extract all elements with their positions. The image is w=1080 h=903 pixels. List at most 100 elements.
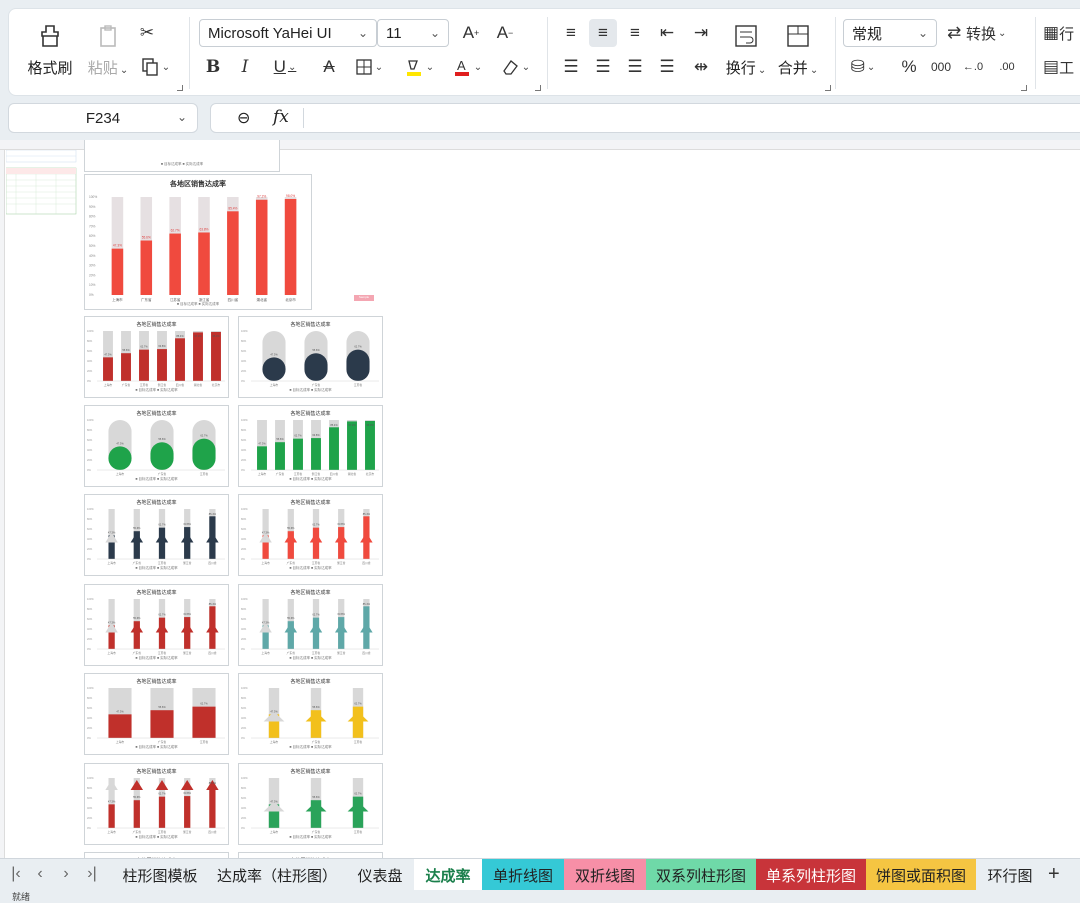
paste-label: 粘贴 ⌄ xyxy=(87,60,129,77)
spreadsheet-grid[interactable]: Sample ■ 目标达成率 ■ 实际达成率 各地区销售达成率 0% 10% 20%… xyxy=(0,140,1080,858)
category-label: 上海市 xyxy=(270,740,279,744)
sheet-tab[interactable]: 双系列柱形图 xyxy=(646,859,756,891)
prev-sheet-icon[interactable]: ‹ xyxy=(30,865,50,883)
currency-icon[interactable]: ⛁ ⌄ xyxy=(843,53,883,81)
last-sheet-icon[interactable]: ›| xyxy=(82,865,102,883)
pictograph-chart[interactable]: 各地区销售达成率 0% 20% 40% 60% 80% 100% 47.3% 上海市 55.6% 广… xyxy=(84,494,229,576)
align-left-icon[interactable]: ☰ xyxy=(557,53,585,81)
align-middle-icon[interactable]: ≡ xyxy=(589,19,617,47)
y-tick-label: 0% xyxy=(87,379,91,383)
category-label: 上海市 xyxy=(270,383,279,387)
y-tick-label: 20% xyxy=(241,726,247,730)
next-sheet-icon[interactable]: › xyxy=(56,865,76,883)
align-bottom-icon[interactable]: ≡ xyxy=(621,19,649,47)
big-chart[interactable]: 各地区销售达成率 0% 10% 20% 30% 40% 50% 60% 70% 80% 90% 10… xyxy=(84,174,312,310)
first-sheet-icon[interactable]: |‹ xyxy=(6,865,26,883)
chart-legend: ■ 目标达成率 ■ 实际达成率 xyxy=(160,162,204,166)
pictograph-chart[interactable]: 各地区销售达成率 0% 20% 40% 60% 80% 100% 47.3% 上海市 55.6% 广… xyxy=(238,316,383,398)
number-format-combo[interactable]: 常规 ⌄ xyxy=(843,19,937,47)
decrease-decimal-icon[interactable]: .00 xyxy=(993,53,1021,81)
font-dialog-launcher[interactable] xyxy=(535,85,541,91)
sheet-tab[interactable]: 单系列柱形图 xyxy=(756,859,866,891)
chart-partial-top[interactable]: ■ 目标达成率 ■ 实际达成率 xyxy=(84,140,280,172)
data-label: 63.8% xyxy=(184,791,192,795)
align-top-icon[interactable]: ≡ xyxy=(557,19,585,47)
increase-indent-icon[interactable]: ⇥ xyxy=(687,19,715,47)
pictograph-chart[interactable]: 各地区销售达成率 0% 20% 40% 60% 80% 100% 47.3% 上海市 55.6% 广… xyxy=(84,405,229,487)
sheet-tab[interactable]: 达成率（柱形图） xyxy=(208,859,346,891)
pictograph-chart[interactable]: 各地区销售达成率 0% 20% 40% 60% 80% 100% 47.3% 上海市 55.6% 广… xyxy=(84,673,229,755)
justify-icon[interactable]: ☰ xyxy=(653,53,681,81)
sheet-tab[interactable]: 仪表盘 xyxy=(346,859,414,891)
thousands-separator-icon[interactable]: 000 xyxy=(927,53,955,81)
y-tick-label: 40% xyxy=(241,806,247,810)
row-col-button[interactable]: ▦ 行 xyxy=(1043,19,1080,47)
name-box[interactable]: F234 ⌄ xyxy=(8,103,198,133)
zoom-icon[interactable]: ⊖ xyxy=(237,108,250,128)
sheet-tab[interactable]: 饼图或面积图 xyxy=(866,859,976,891)
align-center-icon[interactable]: ☰ xyxy=(589,53,617,81)
distribute-icon[interactable]: ⇹ xyxy=(687,53,715,81)
category-label: 广东省 xyxy=(158,472,167,476)
y-tick-label: 0% xyxy=(241,379,245,383)
fill-color-icon[interactable]: ⌄ xyxy=(399,53,439,81)
pictograph-svg: 0% 20% 40% 60% 80% 100% 47.3% 上海市 55.6% 广东省 62.7% 江… xyxy=(87,597,225,655)
pictograph-chart[interactable]: 各地区销售达成率 0% 20% 40% 60% 80% 100% 47.3% 上海市 55.6% 广… xyxy=(238,763,383,845)
italic-icon[interactable]: I xyxy=(231,53,259,81)
fx-icon[interactable]: fx xyxy=(273,107,289,127)
strikethrough-icon[interactable]: A xyxy=(315,53,343,81)
pictograph-chart[interactable]: 各地区销售达成率 0% 20% 40% 60% 80% 100% 47.3% 上海市 55.6% 广… xyxy=(238,584,383,666)
underline-icon[interactable]: U ⌄ xyxy=(265,53,305,81)
borders-icon[interactable]: ⌄ xyxy=(349,53,389,81)
pictograph-mark: 62.7% 江苏省 xyxy=(192,420,216,476)
convert-button[interactable]: ⇄ 转换 ⌄ xyxy=(947,19,1019,47)
pictograph-chart[interactable]: 各地区销售达成率 0% 20% 40% 60% 80% 100% 47.3% 上海市 55.6% 广… xyxy=(84,316,229,398)
pictograph-chart[interactable]: 各地区销售达成率 0% 20% 40% 60% 80% 100% 47.3% 上海市 55.6% 广… xyxy=(84,763,229,845)
add-sheet-icon[interactable]: + xyxy=(1048,863,1060,886)
category-label: 北京市 xyxy=(366,472,375,476)
chevron-down-icon: ⌄ xyxy=(429,26,440,40)
y-tick-label: 60% xyxy=(241,438,247,442)
y-tick-label: 100% xyxy=(241,507,248,511)
sheet-tab[interactable]: 单折线图 xyxy=(482,859,564,891)
font-size-combo[interactable]: 11 ⌄ xyxy=(377,19,449,47)
y-tick-label: 80% xyxy=(87,696,93,700)
pictograph-chart[interactable]: 各地区销售达成率 0% 20% 40% 60% 80% 100% 47.3% 上海市 55.6% 广… xyxy=(238,405,383,487)
cut-icon[interactable]: ✂ xyxy=(133,19,161,47)
clear-format-icon[interactable]: ⌄ xyxy=(495,53,535,81)
sheet-tab[interactable]: 柱形图模板 xyxy=(112,859,208,891)
merge-button[interactable]: 合并 ⌄ xyxy=(773,21,823,78)
decrease-font-icon[interactable]: A − xyxy=(491,19,519,47)
category-label: 浙江省 xyxy=(337,651,346,655)
data-label: 62.7% xyxy=(158,613,166,617)
sheet-tab[interactable]: 环行图 xyxy=(976,859,1044,891)
sheet-tab[interactable]: 双折线图 xyxy=(564,859,646,891)
font-name-combo[interactable]: Microsoft YaHei UI ⌄ xyxy=(199,19,377,47)
data-label: 85.4% xyxy=(209,781,217,785)
data-label: 62.7% xyxy=(312,613,320,617)
decrease-indent-icon[interactable]: ⇤ xyxy=(653,19,681,47)
copy-button[interactable]: ⌄ xyxy=(137,53,173,81)
pictograph-chart[interactable]: 各地区销售达成率 0% 20% 40% 60% 80% 100% 47.3% 上海市 55.6% 广… xyxy=(238,673,383,755)
sheet-tab[interactable]: 达成率 xyxy=(414,859,482,891)
wrap-text-button[interactable]: 换行 ⌄ xyxy=(721,21,771,78)
increase-decimal-icon[interactable]: ←.0 xyxy=(959,53,987,81)
alignment-dialog-launcher[interactable] xyxy=(825,85,831,91)
increase-font-icon[interactable]: A + xyxy=(457,19,485,47)
font-color-icon[interactable]: A ⌄ xyxy=(447,53,487,81)
align-right-icon[interactable]: ☰ xyxy=(621,53,649,81)
pictograph-chart[interactable]: 各地区销售达成率 0% 20% 40% 60% 80% 100% 47.3% 上海市 55.6% 广… xyxy=(238,494,383,576)
pictograph-mark: 55.6% 广东省 xyxy=(305,778,327,834)
pictograph-svg: 0% 20% 40% 60% 80% 100% 47.3% 上海市 55.6% 广东省 62.7% 江… xyxy=(87,329,225,387)
number-dialog-launcher[interactable] xyxy=(1021,85,1027,91)
format-painter-button[interactable]: 格式刷 xyxy=(25,21,75,78)
formula-input[interactable]: ⊖ fx xyxy=(210,103,1080,133)
clipboard-dialog-launcher[interactable] xyxy=(177,85,183,91)
paste-button[interactable]: 粘贴 ⌄ xyxy=(83,21,133,78)
worksheet-button[interactable]: ▤ 工 xyxy=(1043,53,1080,81)
bold-icon[interactable]: B xyxy=(199,53,227,81)
data-label: 98.0% xyxy=(212,334,220,338)
percent-icon[interactable]: % xyxy=(895,53,923,81)
pictograph-chart[interactable]: 各地区销售达成率 0% 20% 40% 60% 80% 100% 47.3% 上海市 55.6% 广… xyxy=(84,584,229,666)
category-label: 上海市 xyxy=(107,561,116,565)
